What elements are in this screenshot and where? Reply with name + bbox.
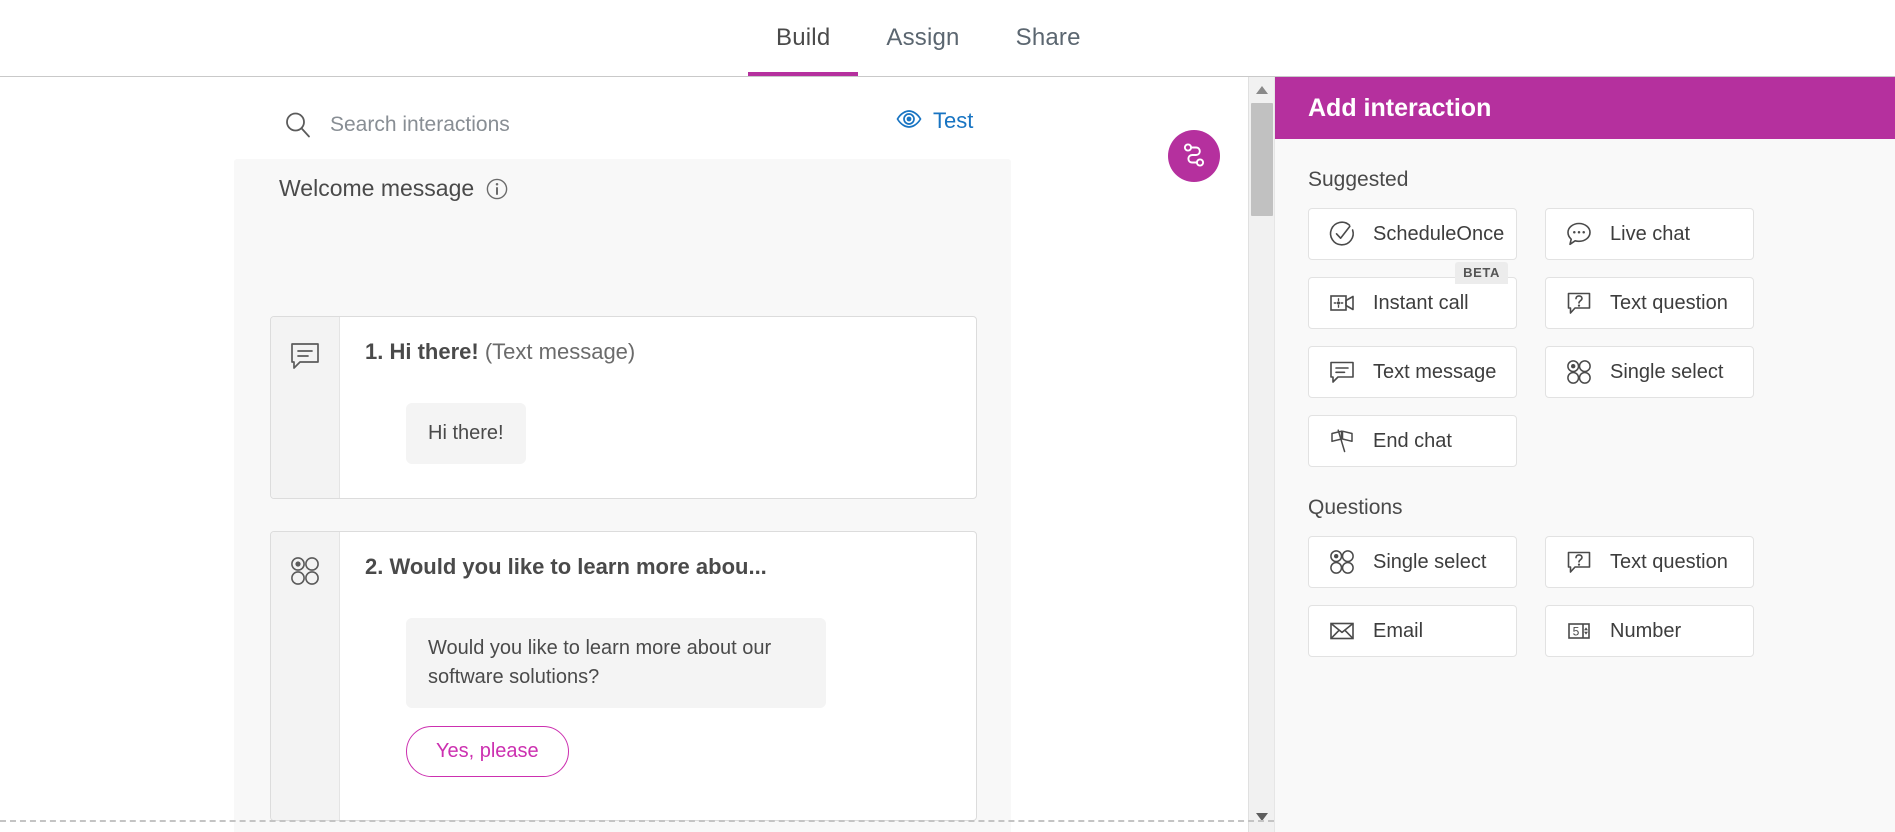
tab-assign[interactable]: Assign <box>858 0 987 76</box>
card-title: Would you like to learn more abou... <box>389 554 766 579</box>
tab-build[interactable]: Build <box>748 0 858 76</box>
flow-route-icon <box>1179 140 1209 173</box>
option-label: End chat <box>1373 430 1452 453</box>
option-label: Text question <box>1610 551 1728 574</box>
question-option-number[interactable]: 5 Number <box>1545 605 1754 657</box>
card-title-row: 1. Hi there! (Text message) <box>365 339 952 365</box>
scroll-up-arrow[interactable] <box>1249 79 1275 101</box>
card-index: 1. <box>365 339 383 364</box>
envelope-icon <box>1328 617 1356 645</box>
option-label: Single select <box>1373 551 1486 574</box>
option-label: Text question <box>1610 292 1728 315</box>
option-label: Text message <box>1373 361 1496 384</box>
tab-share[interactable]: Share <box>988 0 1109 76</box>
question-option-single-select[interactable]: Single select <box>1308 536 1517 588</box>
option-label: Live chat <box>1610 223 1690 246</box>
interaction-option-instant-call[interactable]: BETA Instant call <box>1308 277 1517 329</box>
message-bubble: Would you like to learn more about our s… <box>406 618 826 708</box>
interaction-option-text-message[interactable]: Text message <box>1308 346 1517 398</box>
app-root: Build Assign Share <box>0 0 1895 832</box>
svg-text:5: 5 <box>1573 625 1580 639</box>
test-label: Test <box>933 108 973 134</box>
interaction-card-2[interactable]: 2. Would you like to learn more abou... … <box>270 531 977 821</box>
question-option-email[interactable]: Email <box>1308 605 1517 657</box>
chat-bubble-dots-icon <box>1565 220 1593 248</box>
suggested-grid: ScheduleOnce Live chat BETA <box>1308 208 1895 467</box>
flow-section-title: Welcome message <box>279 175 474 202</box>
number-stepper-icon: 5 <box>1565 617 1593 645</box>
option-label: Email <box>1373 620 1423 643</box>
section-label-suggested: Suggested <box>1308 168 1895 192</box>
bottom-divider <box>0 820 1274 822</box>
choice-option-button[interactable]: Yes, please <box>406 726 569 777</box>
build-pane: Test Welcome message <box>0 77 1248 832</box>
tab-list: Build Assign Share <box>748 0 1109 76</box>
option-label: ScheduleOnce <box>1373 223 1504 246</box>
interaction-flow-container: Welcome message <box>234 159 1011 832</box>
vertical-scrollbar[interactable] <box>1248 77 1274 832</box>
card-title-row: 2. Would you like to learn more abou... <box>365 554 952 580</box>
interaction-option-single-select[interactable]: Single select <box>1545 346 1754 398</box>
option-label: Instant call <box>1373 292 1469 315</box>
text-message-icon <box>289 340 321 498</box>
card-type-label: (Text message) <box>485 339 635 364</box>
scrollbar-thumb[interactable] <box>1251 103 1273 216</box>
interaction-option-text-question[interactable]: Text question <box>1545 277 1754 329</box>
eye-icon <box>896 110 922 133</box>
question-bubble-icon <box>1565 289 1593 317</box>
card-title: Hi there! <box>389 339 478 364</box>
search-input[interactable] <box>330 105 810 145</box>
card-body: 2. Would you like to learn more abou... … <box>340 532 976 820</box>
text-message-icon <box>1328 358 1356 386</box>
card-icon-gutter <box>271 532 340 820</box>
panel-title: Add interaction <box>1308 94 1491 123</box>
video-call-icon <box>1328 289 1356 317</box>
interaction-option-end-chat[interactable]: End chat <box>1308 415 1517 467</box>
single-select-icon <box>1565 358 1593 386</box>
scroll-down-arrow[interactable] <box>1249 806 1275 828</box>
checkered-flag-icon <box>1328 427 1356 455</box>
single-select-icon <box>1328 548 1356 576</box>
questions-grid: Single select Text question <box>1308 536 1895 657</box>
single-select-icon <box>289 555 321 820</box>
option-label: Single select <box>1610 361 1723 384</box>
interaction-card-1[interactable]: 1. Hi there! (Text message) Hi there! <box>270 316 977 499</box>
interaction-option-scheduleonce[interactable]: ScheduleOnce <box>1308 208 1517 260</box>
question-bubble-icon <box>1565 548 1593 576</box>
beta-badge: BETA <box>1455 262 1508 284</box>
test-button[interactable]: Test <box>896 108 973 134</box>
message-bubble: Hi there! <box>406 403 526 464</box>
flow-diagram-button[interactable] <box>1168 130 1220 182</box>
check-circle-icon <box>1328 220 1356 248</box>
panel-header: Add interaction <box>1275 77 1895 139</box>
section-label-questions: Questions <box>1308 496 1895 520</box>
welcome-message-header: Welcome message <box>279 175 508 202</box>
search-icon <box>283 110 313 140</box>
question-option-text-question[interactable]: Text question <box>1545 536 1754 588</box>
info-icon[interactable] <box>486 178 508 200</box>
card-index: 2. <box>365 554 383 579</box>
card-icon-gutter <box>271 317 340 498</box>
add-interaction-panel: Add interaction Suggested ScheduleOnce <box>1274 77 1895 832</box>
option-label: Number <box>1610 620 1681 643</box>
card-body: 1. Hi there! (Text message) Hi there! <box>340 317 976 498</box>
top-tab-bar: Build Assign Share <box>0 0 1895 77</box>
toolbar: Test <box>0 100 1248 156</box>
interaction-option-live-chat[interactable]: Live chat <box>1545 208 1754 260</box>
